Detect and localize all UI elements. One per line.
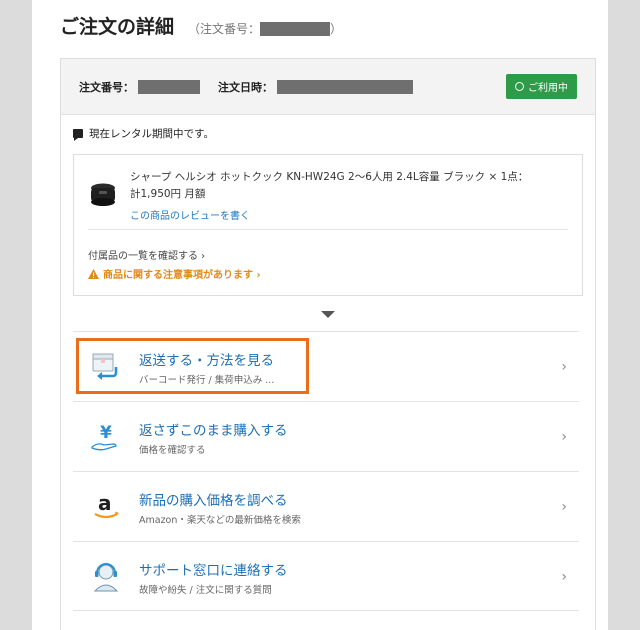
page: ご注文の詳細 （注文番号： ） 注文番号： 注文日時： ご利用中 現在レンタル期… <box>32 0 608 630</box>
menu-item-return[interactable]: 返送する・方法を見る バーコード発行 / 集荷申込み ... › <box>73 331 579 401</box>
product-name-line1: シャープ ヘルシオ ホットクック KN-HW24G 2～6人用 2.4L容量 ブ… <box>130 171 529 183</box>
menu-item-support[interactable]: サポート窓口に連絡する 故障や紛失 / 注文に関する質問 › <box>73 541 579 611</box>
product-box: シャープ ヘルシオ ホットクック KN-HW24G 2～6人用 2.4L容量 ブ… <box>73 154 583 296</box>
yen-hand-icon: ¥ <box>91 423 117 450</box>
warning-triangle-icon <box>88 268 99 279</box>
expand-triangle-icon[interactable] <box>321 311 335 318</box>
support-headset-icon <box>93 563 119 592</box>
highlight-box <box>76 338 309 394</box>
amazon-icon: a <box>94 491 119 518</box>
menu-item-purchase[interactable]: ¥ 返さずこのまま購入する 価格を確認する › <box>73 401 579 471</box>
svg-text:¥: ¥ <box>100 423 112 443</box>
chevron-right-icon: › <box>561 429 567 445</box>
write-review-link[interactable]: この商品のレビューを書く <box>130 207 250 222</box>
product-price-line: 計1,950円 月額 <box>130 188 206 200</box>
redacted-order-number <box>260 21 331 36</box>
status-badge-label: ご利用中 <box>528 83 568 94</box>
accessories-link[interactable]: 付属品の一覧を確認する › <box>88 247 205 262</box>
menu-item-title: 新品の購入価格を調べる <box>139 493 288 509</box>
menu-item-desc: 価格を確認する <box>139 445 206 456</box>
rental-notice: 現在レンタル期間中です。 <box>61 126 595 141</box>
redacted-order-number-value <box>138 79 200 94</box>
menu-item-desc: Amazon・楽天などの最新価格を検索 <box>139 515 301 526</box>
title-row: ご注文の詳細 （注文番号： ） <box>60 12 342 39</box>
status-ring-icon <box>515 82 524 91</box>
chevron-right-icon: › <box>561 569 567 585</box>
product-divider <box>88 229 568 230</box>
order-number-prefix: （注文番号： <box>188 22 261 36</box>
status-badge: ご利用中 <box>506 74 577 99</box>
warning-link-text: 商品に関する注意事項があります › <box>103 270 261 281</box>
order-card: 注文番号： 注文日時： ご利用中 現在レンタル期間中です。 シャープ ヘルシオ … <box>60 58 596 630</box>
menu-item-desc: 故障や紛失 / 注文に関する質問 <box>139 585 272 596</box>
speech-bubble-icon <box>73 129 83 141</box>
chevron-right-icon: › <box>561 499 567 515</box>
action-menu: 返送する・方法を見る バーコード発行 / 集荷申込み ... › ¥ 返さずこの… <box>73 331 579 611</box>
rental-notice-text: 現在レンタル期間中です。 <box>89 128 214 140</box>
warning-link[interactable]: 商品に関する注意事項があります › <box>88 266 261 281</box>
chevron-right-icon: › <box>561 359 567 375</box>
page-title: ご注文の詳細 <box>60 16 175 38</box>
order-number-suffix: ） <box>330 22 343 36</box>
product-name: シャープ ヘルシオ ホットクック KN-HW24G 2～6人用 2.4L容量 ブ… <box>130 169 530 203</box>
order-date-label: 注文日時： <box>218 80 273 94</box>
menu-item-price-check[interactable]: a 新品の購入価格を調べる Amazon・楽天などの最新価格を検索 › <box>73 471 579 541</box>
order-number-subtitle: （注文番号： ） <box>188 20 342 37</box>
order-number-label: 注文番号： <box>79 80 134 94</box>
redacted-order-date-value <box>277 79 413 94</box>
menu-item-title: 返さずこのまま購入する <box>139 423 288 439</box>
svg-text:a: a <box>98 491 112 515</box>
hotcook-pot-icon <box>91 183 115 206</box>
order-card-header: 注文番号： 注文日時： ご利用中 <box>61 59 595 115</box>
menu-item-title: サポート窓口に連絡する <box>139 563 288 579</box>
